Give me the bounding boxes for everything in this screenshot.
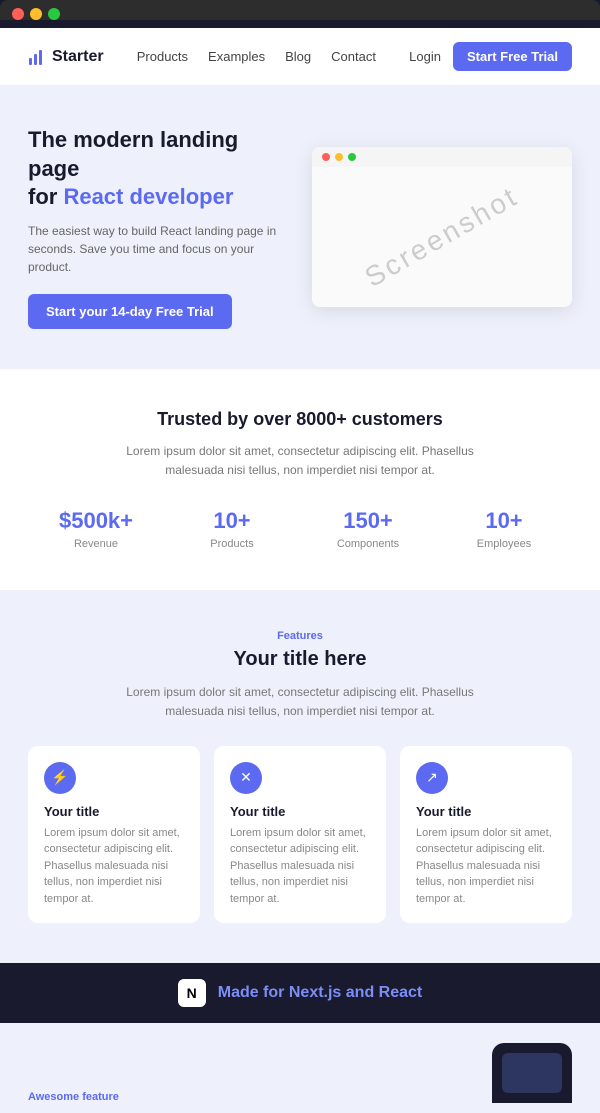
screenshot-mock: Screenshot: [312, 147, 572, 307]
feature-desc-0: Lorem ipsum dolor sit amet, consectetur …: [44, 825, 184, 908]
features-cards: ⚡ Your title Lorem ipsum dolor sit amet,…: [28, 746, 572, 924]
hero-content: The modern landing page for React develo…: [28, 126, 288, 329]
trusted-title: Trusted by over 8000+ customers: [28, 409, 572, 430]
feature-title-2: Your title: [416, 804, 556, 819]
nav-blog[interactable]: Blog: [285, 49, 311, 64]
features-section: Features Your title here Lorem ipsum dol…: [0, 590, 600, 963]
hero-title: The modern landing page for React develo…: [28, 126, 288, 212]
nav-contact[interactable]: Contact: [331, 49, 376, 64]
feature-card-2: ↗ Your title Lorem ipsum dolor sit amet,…: [400, 746, 572, 924]
features-title: Your title here: [28, 648, 572, 671]
dot-yellow: [30, 8, 42, 20]
feature-icon-1: ✕: [230, 762, 262, 794]
feature-icon-0: ⚡: [44, 762, 76, 794]
mock-dot-yellow: [335, 153, 343, 161]
mock-dot-green: [348, 153, 356, 161]
features-description: Lorem ipsum dolor sit amet, consectetur …: [110, 683, 490, 721]
trusted-description: Lorem ipsum dolor sit amet, consectetur …: [110, 442, 490, 480]
nav-actions: Login Start Free Trial: [409, 42, 572, 71]
stat-products-label: Products: [176, 538, 288, 550]
mock-topbar: [312, 147, 572, 167]
nextjs-banner: N Made for Next.js and React: [0, 963, 600, 1023]
dot-red: [12, 8, 24, 20]
browser-dots: [12, 8, 588, 20]
phone-mock: [492, 1043, 572, 1103]
stat-components-value: 150+: [312, 508, 424, 534]
mock-body: Screenshot: [312, 167, 572, 307]
feature-title-1: Your title: [230, 804, 370, 819]
hero-section: The modern landing page for React develo…: [0, 86, 600, 369]
features-tag: Features: [28, 630, 572, 642]
page: Starter Products Examples Blog Contact L…: [0, 28, 600, 1113]
feature-title-0: Your title: [44, 804, 184, 819]
nav-links: Products Examples Blog Contact: [137, 48, 376, 66]
stat-components-label: Components: [312, 538, 424, 550]
nextjs-text-prefix: Made for: [218, 984, 289, 1001]
screenshot-label: Screenshot: [360, 181, 525, 295]
stat-employees-label: Employees: [448, 538, 560, 550]
nav-logo: Starter: [28, 48, 104, 66]
hero-title-line2: for: [28, 184, 63, 209]
nav-products[interactable]: Products: [137, 49, 188, 64]
stat-employees-value: 10+: [448, 508, 560, 534]
awesome-label: Awesome feature: [28, 1091, 119, 1103]
hero-cta-button[interactable]: Start your 14-day Free Trial: [28, 294, 232, 329]
nextjs-text: Made for Next.js and React: [218, 984, 423, 1002]
stats-grid: $500k+ Revenue 10+ Products 150+ Compone…: [28, 508, 572, 550]
hero-description: The easiest way to build React landing p…: [28, 222, 288, 276]
hero-title-highlight: React developer: [63, 184, 233, 209]
stat-components: 150+ Components: [300, 508, 436, 550]
feature-desc-1: Lorem ipsum dolor sit amet, consectetur …: [230, 825, 370, 908]
logo-icon: [28, 48, 46, 66]
stat-products-value: 10+: [176, 508, 288, 534]
feature-card-1: ✕ Your title Lorem ipsum dolor sit amet,…: [214, 746, 386, 924]
feature-desc-2: Lorem ipsum dolor sit amet, consectetur …: [416, 825, 556, 908]
stat-revenue-value: $500k+: [40, 508, 152, 534]
logo-text: Starter: [52, 48, 104, 66]
nav-examples[interactable]: Examples: [208, 49, 265, 64]
dot-green: [48, 8, 60, 20]
browser-chrome: [0, 0, 600, 20]
feature-icon-2: ↗: [416, 762, 448, 794]
mock-dot-red: [322, 153, 330, 161]
nextjs-icon: N: [178, 979, 206, 1007]
login-button[interactable]: Login: [409, 49, 441, 64]
free-trial-button[interactable]: Start Free Trial: [453, 42, 572, 71]
navbar: Starter Products Examples Blog Contact L…: [0, 28, 600, 86]
hero-title-line1: The modern landing page: [28, 127, 238, 181]
hero-image: Screenshot: [312, 147, 572, 307]
trusted-section: Trusted by over 8000+ customers Lorem ip…: [0, 369, 600, 590]
bottom-teaser: Awesome feature: [0, 1023, 600, 1113]
stat-employees: 10+ Employees: [436, 508, 572, 550]
nextjs-text-highlight: Next.js and React: [289, 984, 422, 1001]
feature-card-0: ⚡ Your title Lorem ipsum dolor sit amet,…: [28, 746, 200, 924]
stat-products: 10+ Products: [164, 508, 300, 550]
stat-revenue: $500k+ Revenue: [28, 508, 164, 550]
stat-revenue-label: Revenue: [40, 538, 152, 550]
phone-screen: [502, 1053, 562, 1093]
